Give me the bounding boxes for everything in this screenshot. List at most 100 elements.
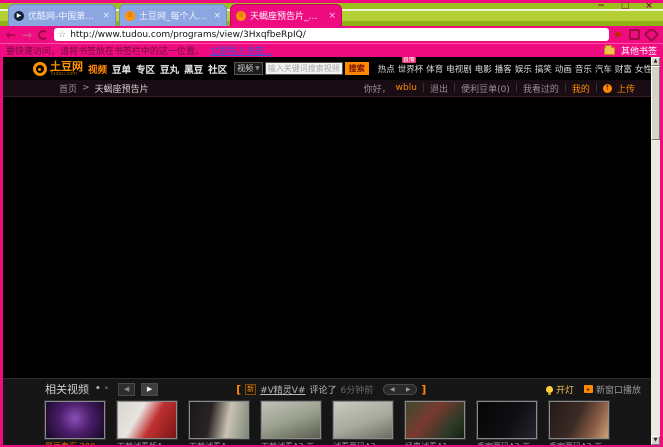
tab-tudou-video-active[interactable]: ☉ 天蝎座预告片_在线视频... × [230,4,342,26]
page-menu-icon[interactable] [629,29,640,40]
video-caption[interactable]: 手室两码A3 天 [549,441,609,445]
related-video-item[interactable]: 手室两码A3 天 [549,401,609,445]
ticker-user-link[interactable]: #V精灵V# [260,383,305,396]
primary-nav: 视频 豆单 专区 豆丸 黑豆 社区 [88,62,227,76]
close-button[interactable]: × [641,1,657,11]
url-text[interactable]: http://www.tudou.com/programs/view/3Hxqf… [70,30,306,40]
video-caption[interactable]: 试看两码A3 [333,441,393,445]
video-caption[interactable]: 下载试看版A [117,441,177,445]
video-thumbnail[interactable] [117,401,177,439]
nav-movies[interactable]: 电影 [475,63,492,75]
ticker-next-icon[interactable]: ▶ [406,386,411,393]
related-video-item[interactable]: 下载试看A3 天 [261,401,321,445]
bookmark-star-icon[interactable]: ☆ [58,30,66,40]
back-icon[interactable]: ← [6,29,16,41]
username-link[interactable]: wblu [396,83,417,93]
tab-close-icon[interactable]: × [328,11,336,21]
ticker-action-text: 评论了 [310,383,337,396]
tudou-logo[interactable]: 土豆网 Tudou.com [33,61,83,77]
video-thumbnail[interactable] [261,401,321,439]
nav-zone[interactable]: 专区 [136,62,155,76]
watched-link[interactable]: 我看过的 [523,82,559,95]
scrollbar-down-icon[interactable]: ▼ [651,436,660,445]
ticker-bracket-close: ] [421,383,426,396]
video-caption[interactable]: 下载试看A [189,441,249,445]
minimize-button[interactable]: − [593,1,609,11]
breadcrumb-current: 天蝎座预告片 [95,82,149,95]
related-video-item[interactable]: 试看两码A3 [333,401,393,445]
sub-header: 首页 > 天蝎座预告片 你好， wblu | 退出 | 便利豆单(0) | 我看… [3,80,651,97]
nav-women[interactable]: 女性 [635,63,651,75]
search-input[interactable] [265,62,343,75]
tab-title: 天蝎座预告片_在线视频... [250,9,324,22]
nav-animation[interactable]: 动画 [555,63,572,75]
my-space-link[interactable]: 我的 [572,82,590,95]
related-next-button[interactable]: ▶ [141,383,158,396]
related-videos-panel: 相关视频 •• ◀ ▶ [ 新 #V精灵V# 评论了 6分钟前 ◀ ▶ ] [3,378,651,445]
page-scrollbar[interactable]: ▲ ▼ [651,57,660,445]
nav-cars[interactable]: 汽车 [595,63,612,75]
search-category-select[interactable]: 视频 ▼ [234,62,263,75]
video-caption[interactable]: 经典试看A1 [405,441,465,445]
tab-youku[interactable]: ▶ 优酷网-中国第一视频网 × [8,4,116,26]
related-video-item[interactable]: 手室两码A3 天 [477,401,537,445]
nav-blackbean[interactable]: 黑豆 [184,62,203,76]
video-thumbnail[interactable] [45,401,105,439]
video-thumbnail[interactable] [477,401,537,439]
nav-sports[interactable]: 体育 [426,63,443,75]
nav-podcast[interactable]: 播客 [495,63,512,75]
upload-link[interactable]: 上传 [617,82,635,95]
nav-tvseries[interactable]: 电视剧 [446,63,472,75]
logout-link[interactable]: 退出 [430,82,448,95]
video-thumbnail[interactable] [549,401,609,439]
tab-title: 土豆网_每个人都是生活... [139,9,209,22]
related-video-item[interactable]: 下载试看A [189,401,249,445]
nav-doulist[interactable]: 豆单 [112,62,131,76]
other-bookmarks-button[interactable]: 其他书签 [621,44,657,57]
related-video-item[interactable]: 下载试看版A [117,401,177,445]
related-video-item[interactable]: 黑豆专汇-200 [45,401,105,445]
scrollbar-thumb[interactable] [651,66,660,140]
maximize-button[interactable]: □ [617,1,633,11]
video-player-area[interactable] [3,97,651,378]
nav-video[interactable]: 视频 [88,62,107,76]
ticker-prev-icon[interactable]: ◀ [390,386,395,393]
new-window-icon: ▸ [584,385,593,393]
nav-funny[interactable]: 搞笑 [535,63,552,75]
breadcrumb-home[interactable]: 首页 [59,82,77,95]
reload-icon[interactable] [38,30,48,40]
wrench-menu-icon[interactable] [644,27,660,43]
doulist-link[interactable]: 便利豆单(0) [461,82,510,95]
tab-close-icon[interactable]: × [213,11,221,21]
forward-icon[interactable]: → [22,29,32,41]
nav-music[interactable]: 音乐 [575,63,592,75]
video-thumbnail[interactable] [333,401,393,439]
address-bar[interactable]: ☆ http://www.tudou.com/programs/view/3Hx… [54,28,609,41]
video-thumbnail[interactable] [405,401,465,439]
new-window-play[interactable]: ▸ 新窗口播放 [584,383,641,396]
related-prev-button[interactable]: ◀ [118,383,135,396]
video-thumbnail[interactable] [189,401,249,439]
video-caption[interactable]: 手室两码A3 天 [477,441,537,445]
nav-finance[interactable]: 财富 [615,63,632,75]
lights-toggle[interactable]: 开灯 [546,383,574,396]
tab-tudou-home[interactable]: ☉ 土豆网_每个人都是生活... × [119,4,227,26]
nav-entertainment[interactable]: 娱乐 [515,63,532,75]
nav-worldcup[interactable]: 直播世界杯 [398,63,424,75]
go-icon[interactable]: ▶ [615,29,623,40]
nav-douwan[interactable]: 豆丸 [160,62,179,76]
folder-icon [604,47,615,55]
video-caption[interactable]: 下载试看A3 天 [261,441,321,445]
secondary-nav: 热点 直播世界杯 体育 电视剧 电影 播客 娱乐 搞笑 动画 音乐 汽车 财富 … [378,63,651,75]
related-videos-title: 相关视频 [45,381,89,397]
video-caption[interactable]: 黑豆专汇-200 [45,441,105,445]
import-bookmarks-link[interactable]: 立即导入书签... [210,44,273,57]
scrollbar-up-icon[interactable]: ▲ [651,57,660,66]
pagination-dots: •• [95,384,112,394]
nav-hotspot[interactable]: 热点 [378,63,395,75]
tab-close-icon[interactable]: × [102,11,110,21]
nav-community[interactable]: 社区 [208,62,227,76]
search-button[interactable]: 搜索 [345,62,369,75]
lights-on-label: 开灯 [556,383,574,396]
related-video-item[interactable]: 经典试看A1 [405,401,465,445]
